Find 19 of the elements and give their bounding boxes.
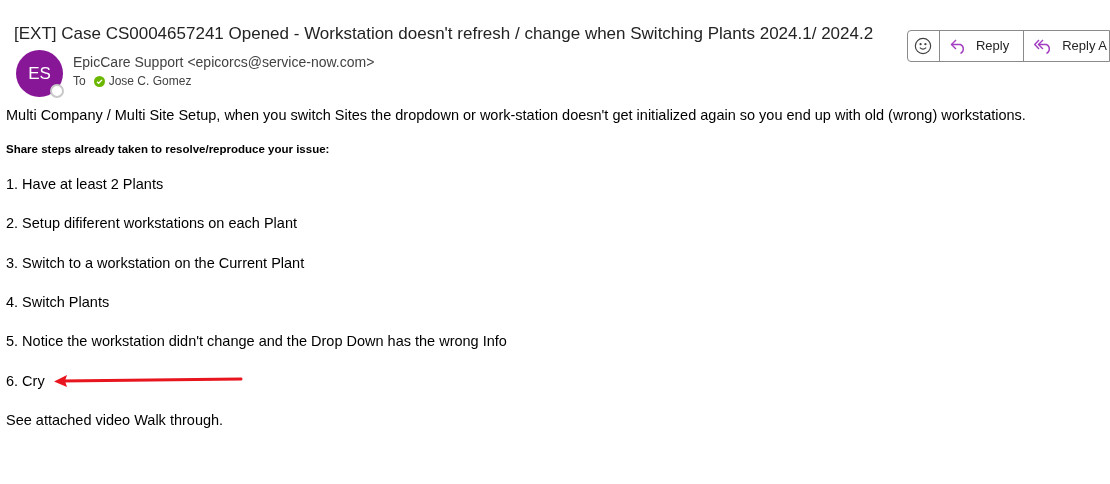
- presence-icon: [50, 84, 64, 98]
- step-text: 4. Switch Plants: [6, 293, 110, 312]
- to-label: To: [73, 73, 86, 90]
- step-text: 2. Setup dififerent workstations on each Plant: [6, 214, 297, 234]
- step-text: 1. Have at least 2 Plants: [6, 175, 164, 195]
- intro-text: Multi Company / Multi Site Setup, when you switch Sites the dropdown or work-station doesn't get initialized again so you end up with old (wrong) workstations.: [6, 106, 1027, 125]
- reply-button[interactable]: Reply: [939, 31, 1025, 61]
- recipient-name: Jose C. Gomez: [108, 73, 192, 90]
- check-icon: [93, 75, 105, 87]
- reply-all-button[interactable]: Reply A: [1024, 31, 1109, 61]
- step-text: 5. Notice the workstation didn't change and the Drop Down has the wrong Info: [6, 332, 507, 352]
- email-subject: [EXT] Case CS0004657241 Opened - Workstation doesn't refresh / change when Switching Plants 2024.1/ 2024.2: [14, 24, 874, 43]
- avatar: ES: [16, 50, 63, 97]
- closing-text: See attached video Walk through.: [6, 411, 225, 431]
- smiley-icon: [914, 37, 933, 55]
- step-text: 6. Cry: [6, 371, 45, 391]
- step-text: 3. Switch to a workstation on the Current Plant: [6, 253, 305, 273]
- steps-heading: Share steps already taken to resolve/reproduce your issue:: [6, 142, 331, 157]
- sender-name: EpicCare Support <epicorcs@service-now.com>: [73, 53, 375, 72]
